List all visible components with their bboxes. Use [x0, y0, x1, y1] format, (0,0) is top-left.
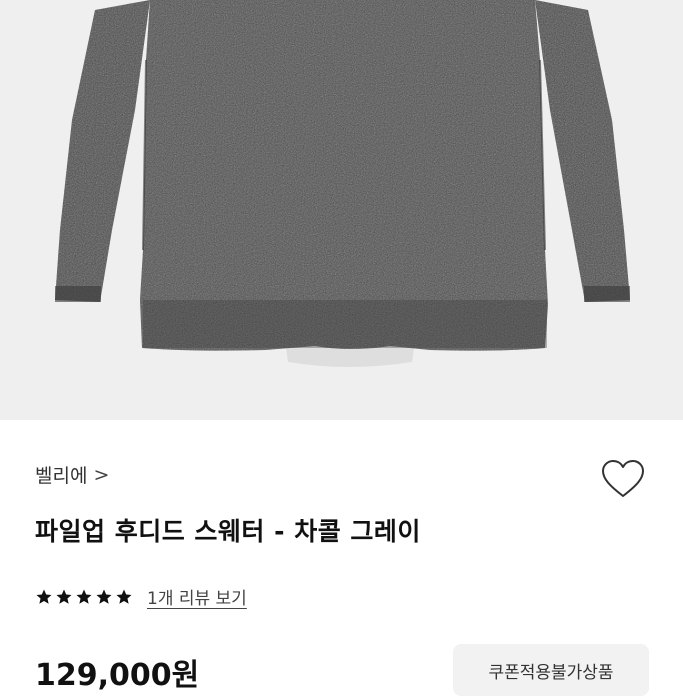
star-icon — [116, 589, 132, 604]
coupon-unavailable-button[interactable]: 쿠폰적용불가상품 — [453, 644, 649, 696]
brand-link[interactable]: 벨리에 > — [35, 461, 109, 488]
rating-row: 1개 리뷰 보기 — [35, 584, 247, 609]
chevron-right-icon: > — [93, 463, 110, 486]
brand-name: 벨리에 — [35, 465, 88, 487]
star-icon — [56, 589, 72, 604]
rating-stars — [35, 588, 133, 606]
star-icon — [36, 589, 52, 604]
star-icon — [96, 589, 112, 604]
star-icon — [76, 589, 92, 604]
product-image[interactable] — [0, 0, 683, 420]
product-price: 129,000원 — [35, 658, 200, 693]
heart-outline-icon[interactable] — [600, 458, 646, 500]
product-title: 파일업 후디드 스웨터 - 차콜 그레이 — [35, 517, 421, 546]
review-link[interactable]: 1개 리뷰 보기 — [147, 584, 247, 609]
sweater-illustration — [55, 0, 630, 367]
